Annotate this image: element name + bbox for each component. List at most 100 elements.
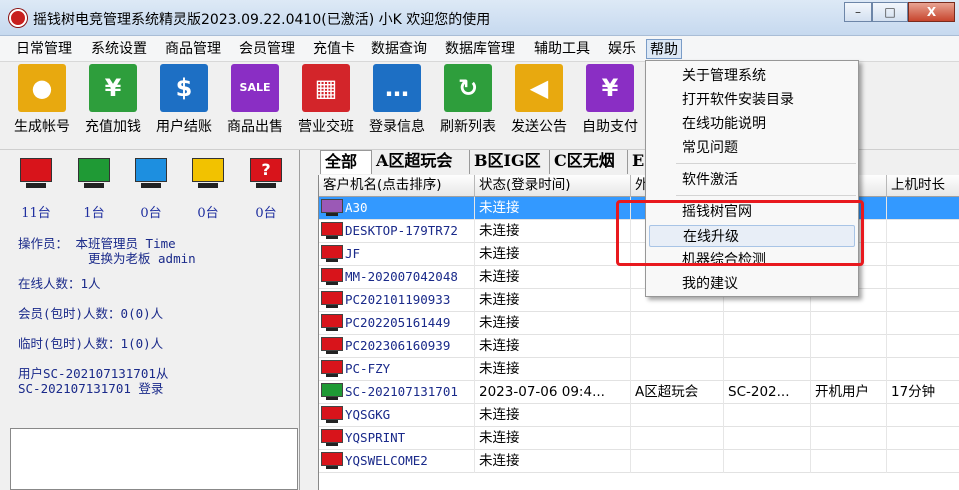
toolbar-label: 自助支付 bbox=[582, 119, 638, 135]
monitor-stand bbox=[198, 183, 218, 188]
menu-item-1[interactable]: 日常管理 bbox=[13, 39, 75, 59]
help-menu-item[interactable]: 常见问题 bbox=[649, 137, 855, 159]
toolbar-button-7[interactable]: ↻ 刷新列表 bbox=[434, 64, 502, 144]
table-row[interactable]: PC202306160939 未连接 bbox=[319, 335, 959, 358]
message-textbox[interactable] bbox=[10, 428, 298, 490]
maximize-button[interactable]: □ bbox=[872, 2, 908, 22]
table-row[interactable]: PC-FZY 未连接 bbox=[319, 358, 959, 381]
cell-area bbox=[631, 450, 724, 473]
cell-area bbox=[631, 335, 724, 358]
tab-2[interactable]: A区超玩会 bbox=[372, 150, 470, 174]
column-header-1[interactable]: 客户机名(点击排序) bbox=[319, 175, 475, 197]
cell-time bbox=[887, 220, 959, 243]
help-menu-item[interactable]: 打开软件安装目录 bbox=[649, 89, 855, 111]
highlight-annotation bbox=[616, 200, 864, 266]
cell-name: PC-FZY bbox=[319, 358, 475, 381]
cell-type bbox=[811, 450, 887, 473]
cell-account: SC-202... bbox=[724, 381, 811, 404]
cell-time bbox=[887, 289, 959, 312]
monitor-yellow-icon[interactable] bbox=[190, 158, 226, 192]
help-menu-item[interactable]: 关于管理系统 bbox=[649, 65, 855, 87]
monitor-blue-icon[interactable] bbox=[133, 158, 169, 192]
menu-item-5[interactable]: 充值卡 bbox=[310, 39, 358, 59]
table-row[interactable]: YQSGKG 未连接 bbox=[319, 404, 959, 427]
toolbar-button-6[interactable]: … 登录信息 bbox=[363, 64, 431, 144]
cell-time bbox=[887, 266, 959, 289]
cell-area bbox=[631, 427, 724, 450]
help-menu-item[interactable]: 软件激活 bbox=[649, 169, 855, 191]
cell-status: 未连接 bbox=[475, 450, 631, 473]
monitor-question-icon[interactable]: ? bbox=[248, 158, 284, 192]
column-header-6[interactable]: 上机时长 bbox=[887, 175, 959, 197]
toolbar-button-3[interactable]: $ 用户结账 bbox=[150, 64, 218, 144]
tab-3[interactable]: B区IG区 bbox=[470, 150, 550, 174]
toolbar-button-4[interactable]: SALE 商品出售 bbox=[221, 64, 289, 144]
menu-item-10[interactable]: 帮助 bbox=[646, 39, 682, 59]
cell-account bbox=[724, 312, 811, 335]
toolbar-button-5[interactable]: ▦ 营业交班 bbox=[292, 64, 360, 144]
menu-separator bbox=[676, 195, 856, 196]
question-mark: ? bbox=[261, 160, 271, 179]
toolbar-button-1[interactable]: ● 生成帐号 bbox=[8, 64, 76, 144]
cell-status: 未连接 bbox=[475, 358, 631, 381]
cell-time bbox=[887, 243, 959, 266]
cell-time bbox=[887, 335, 959, 358]
tab-4[interactable]: C区无烟 bbox=[550, 150, 628, 174]
menu-item-8[interactable]: 辅助工具 bbox=[531, 39, 593, 59]
monitor-screen bbox=[78, 158, 110, 182]
monitor-stand bbox=[26, 183, 46, 188]
menu-item-4[interactable]: 会员管理 bbox=[236, 39, 298, 59]
toolbar-button-9[interactable]: ¥ 自助支付 bbox=[576, 64, 644, 144]
cell-type bbox=[811, 427, 887, 450]
menu-item-7[interactable]: 数据库管理 bbox=[442, 39, 518, 59]
online-count: 在线人数：1人 bbox=[18, 276, 101, 291]
monitor-red-icon[interactable] bbox=[18, 158, 54, 192]
table-row[interactable]: SC-202107131701 2023-07-06 09:4... A区超玩会 SC… bbox=[319, 381, 959, 404]
table-row[interactable]: PC202101190933 未连接 bbox=[319, 289, 959, 312]
monitor-screen bbox=[135, 158, 167, 182]
cell-name: YQSGKG bbox=[319, 404, 475, 427]
cell-time bbox=[887, 450, 959, 473]
window-title: 摇钱树电竞管理系统精灵版2023.09.22.0410(已激活) 小K 欢迎您的… bbox=[33, 12, 491, 28]
monitor-green-icon[interactable] bbox=[76, 158, 112, 192]
table-row[interactable]: MM-202007042048 未连接 bbox=[319, 266, 959, 289]
monitor-stand bbox=[84, 183, 104, 188]
table-row[interactable]: YQSWELCOME2 未连接 bbox=[319, 450, 959, 473]
cell-status: 未连接 bbox=[475, 197, 631, 220]
member-count: 会员(包时)人数：0(0)人 bbox=[18, 306, 164, 321]
switch-operator-link[interactable]: 更换为老板 admin bbox=[88, 251, 196, 266]
area-tabs: 全部 A区超玩会 B区IG区 C区无烟 E bbox=[320, 150, 959, 175]
cell-status: 未连接 bbox=[475, 312, 631, 335]
menu-item-6[interactable]: 数据查询 bbox=[368, 39, 430, 59]
help-menu-item[interactable]: 我的建议 bbox=[649, 273, 855, 295]
user-icon: ● bbox=[18, 64, 66, 112]
cell-account bbox=[724, 450, 811, 473]
close-button[interactable]: X bbox=[908, 2, 955, 22]
cell-area: A区超玩会 bbox=[631, 381, 724, 404]
table-row[interactable]: PC202205161449 未连接 bbox=[319, 312, 959, 335]
bill-icon: $ bbox=[160, 64, 208, 112]
column-header-2[interactable]: 状态(登录时间) bbox=[475, 175, 631, 197]
cell-type bbox=[811, 358, 887, 381]
toolbar-label: 刷新列表 bbox=[440, 119, 496, 135]
cell-area bbox=[631, 312, 724, 335]
minimize-button[interactable]: – bbox=[844, 2, 872, 22]
temp-count: 临时(包时)人数：1(0)人 bbox=[18, 336, 164, 351]
operator-label: 操作员： 本班管理员 Time bbox=[18, 236, 176, 251]
table-row[interactable]: YQSPRINT 未连接 bbox=[319, 427, 959, 450]
menu-item-2[interactable]: 系统设置 bbox=[88, 39, 150, 59]
menu-item-9[interactable]: 娱乐 bbox=[605, 39, 639, 59]
toolbar-button-8[interactable]: ◀ 发送公告 bbox=[505, 64, 573, 144]
toolbar-button-2[interactable]: ¥ 充值加钱 bbox=[79, 64, 147, 144]
cell-account bbox=[724, 335, 811, 358]
table-header: 客户机名(点击排序)状态(登录时间)外别上机时长 bbox=[319, 175, 959, 197]
help-menu-item[interactable]: 在线功能说明 bbox=[649, 113, 855, 135]
toolbar-label: 充值加钱 bbox=[85, 119, 141, 135]
cell-name: A30 bbox=[319, 197, 475, 220]
toolbar-label: 发送公告 bbox=[511, 119, 567, 135]
tab-1[interactable]: 全部 bbox=[320, 150, 372, 174]
monitor-screen bbox=[20, 158, 52, 182]
menu-item-3[interactable]: 商品管理 bbox=[162, 39, 224, 59]
login-log-line1: 用户SC-202107131701从 bbox=[18, 366, 169, 381]
sale-tag-icon: SALE bbox=[231, 64, 279, 112]
